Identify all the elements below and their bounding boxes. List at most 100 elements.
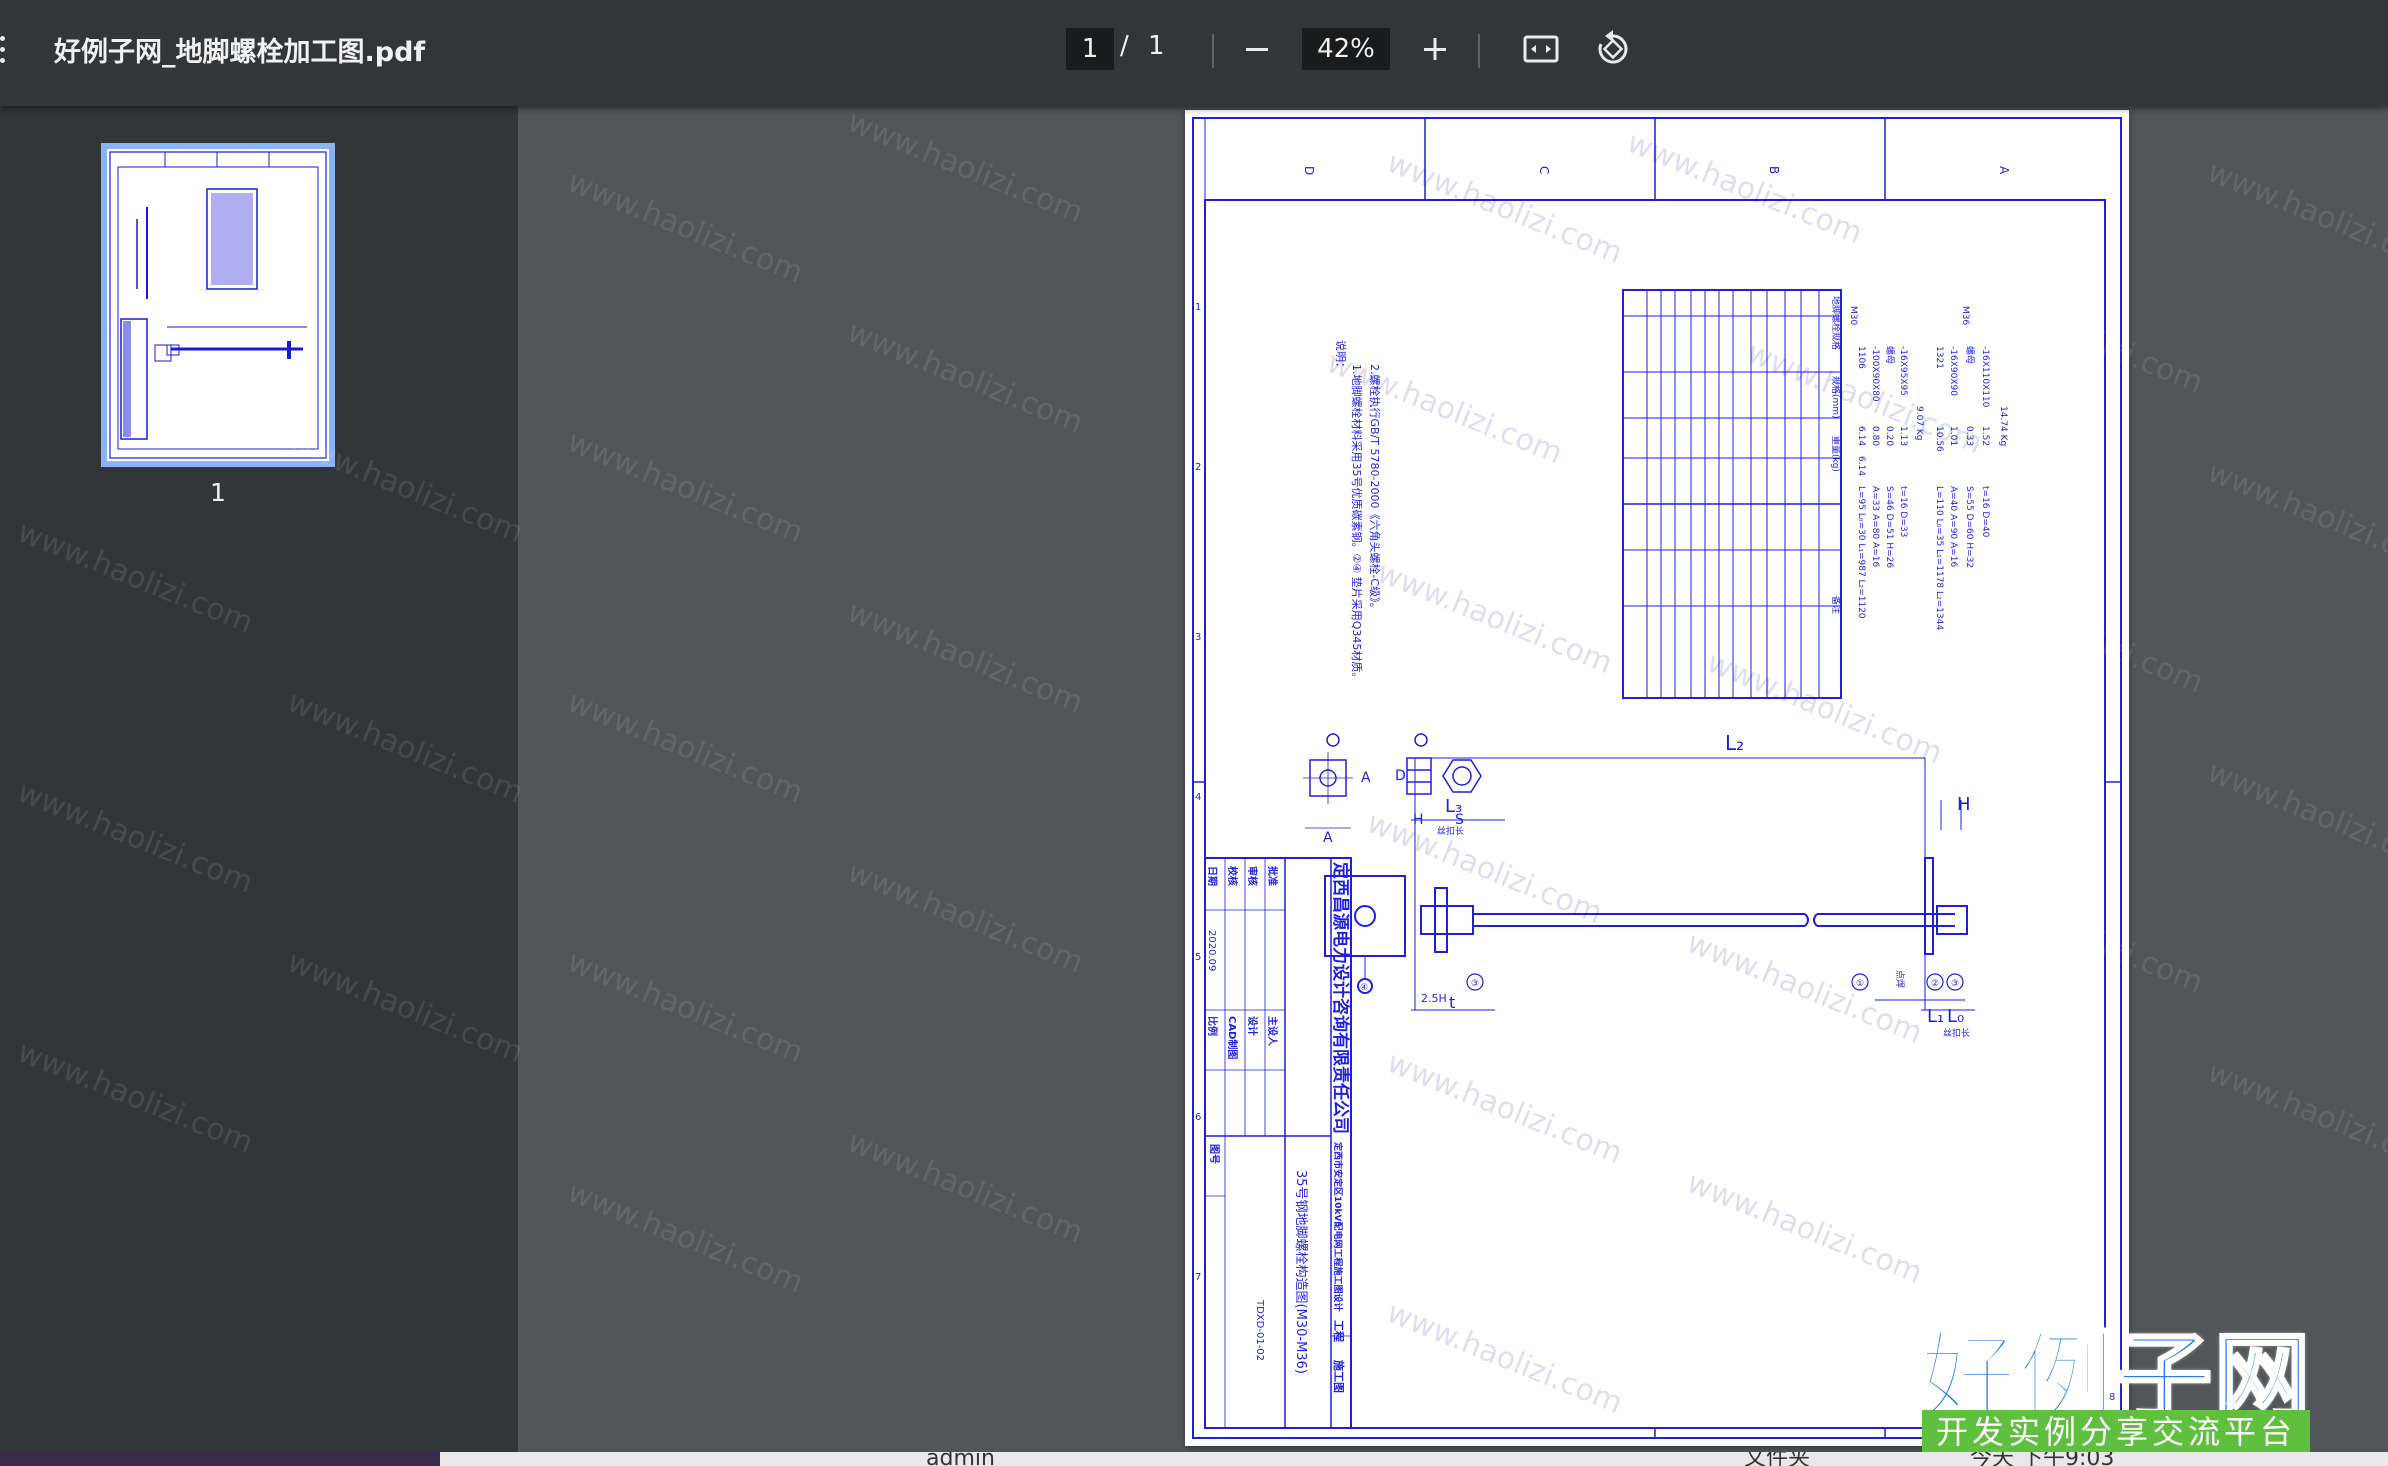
table-cell: 6.14 (1856, 456, 1866, 476)
table-cell: -16X110X110 (1980, 346, 1990, 408)
zone-letter: A (1997, 166, 2011, 175)
os-taskbar-dock (0, 1452, 440, 1466)
role-label: 批准 (1266, 866, 1279, 886)
company-name: 定西昌源电力设计咨询有限责任公司 (1330, 862, 1351, 1134)
table-cell: A=33 A=80 A=16 (1870, 486, 1880, 567)
role-label: 比例 (1206, 1016, 1219, 1036)
callout-3: ③ (1471, 979, 1479, 989)
taskbar-folder-name[interactable]: admin (926, 1452, 995, 1466)
dim-L1: L₁ (1927, 1006, 1944, 1027)
table-cell: S=46 D=51 H=26 (1884, 486, 1894, 568)
table-cell: 14.74 Kg (1998, 406, 2008, 446)
menu-icon[interactable] (0, 36, 8, 66)
zone-number: 2 (1195, 462, 1201, 473)
callout-2: ② (1931, 979, 1939, 989)
page-watermark: www.haolizi.com (1682, 1165, 1927, 1291)
dim-L3: L₃ (1445, 796, 1462, 817)
page-thumbnail[interactable] (101, 143, 335, 467)
taskbar-item-time: 今天 下午9:03 (1970, 1452, 2115, 1466)
page-watermark: www.haolizi.com (1382, 1295, 1627, 1421)
table-cell-spec: M30 (1848, 306, 1858, 325)
zone-number: 5 (1195, 952, 1201, 963)
thumbnail-page-label: 1 (210, 478, 226, 507)
zone-number: 4 (1195, 792, 1201, 803)
table-header: 备注 (1830, 596, 1842, 614)
table-cell-spec: M36 (1960, 306, 1970, 325)
dim-2.5H: 2.5H (1421, 992, 1447, 1005)
zone-letter: B (1767, 166, 1781, 174)
pdf-viewer[interactable]: D C B A 1 2 3 4 5 6 7 8 说明： 1.地脚螺栓材料采用35… (518, 106, 2388, 1466)
table-cell: 1106 (1856, 346, 1866, 369)
table-cell: 6.14 (1856, 426, 1866, 446)
table-cell: 1321 (1934, 346, 1944, 369)
nut-view (1406, 733, 1482, 795)
table-header: 重量(kg) (1830, 436, 1842, 472)
table-cell: t=16 D=40 (1980, 486, 1990, 538)
callout-1: ① (1856, 979, 1864, 989)
table-cell: t=16 D=33 (1898, 486, 1908, 537)
dim-L0: L₀ (1947, 1006, 1964, 1027)
drawing-number: TDXD-01-02 (1254, 1299, 1265, 1361)
zoom-in-button[interactable] (1412, 26, 1458, 72)
role-label: CAD制图 (1226, 1016, 1239, 1059)
zone-number: 6 (1195, 1112, 1201, 1123)
pdf-page: D C B A 1 2 3 4 5 6 7 8 说明： 1.地脚螺栓材料采用35… (1185, 110, 2129, 1446)
note-1: 1.地脚螺栓材料采用35号优质碳素钢。②④ 垫片采用Q345材质。 (1350, 364, 1364, 683)
page-separator: / (1120, 31, 1129, 61)
dim-label: D (1395, 768, 1406, 784)
table-cell: 0.20 (1884, 426, 1894, 446)
rotate-button[interactable] (1590, 26, 1636, 72)
project-name: 定西市安定区10kV配电网工程施工图设计 (1332, 1141, 1344, 1311)
page-number-input[interactable] (1066, 28, 1114, 70)
callout-3: ③ (1951, 979, 1959, 989)
page-watermark: www.haolizi.com (1372, 555, 1617, 681)
plus-icon (1424, 38, 1446, 60)
fit-to-page-button[interactable] (1518, 26, 1564, 72)
page-watermark: www.haolizi.com (1382, 1045, 1627, 1171)
dim-t: t (1449, 993, 1455, 1012)
dim-label: A (1361, 770, 1371, 786)
dim-H: H (1957, 794, 1971, 815)
dim-label: A (1323, 830, 1333, 846)
engineering-drawing: D C B A 1 2 3 4 5 6 7 8 说明： 1.地脚螺栓材料采用35… (1192, 117, 2122, 1439)
table-cell: 螺母 (1884, 346, 1895, 364)
site-logo-tagline: 开发实例分享交流平台 (1922, 1410, 2310, 1454)
table-header: 地脚螺栓规格 (1830, 296, 1842, 350)
thumbnail-drawing (109, 151, 327, 459)
drawing-name: 35号钢地脚螺栓构造图(M30-M36) (1293, 1170, 1309, 1374)
page-watermark: www.haolizi.com (1682, 925, 1927, 1051)
table-cell: 螺母 (1964, 346, 1975, 364)
document-title: 好例子网_地脚螺栓加工图.pdf (54, 37, 426, 68)
toolbar-divider (1478, 34, 1480, 68)
toolbar-divider (1212, 34, 1214, 68)
page-total: 1 (1148, 31, 1165, 61)
zoom-input[interactable] (1302, 28, 1390, 70)
table-cell: L=95 L₀=30 L₁=987 L₂=1120 (1856, 486, 1866, 619)
date-value: 2020.09 (1206, 930, 1217, 971)
table-cell: 0.80 (1870, 426, 1880, 446)
zone-letter: C (1537, 166, 1551, 174)
dim-L2: L₂ (1725, 731, 1744, 755)
callout-4: ④ (1360, 983, 1368, 993)
page-watermark: www.haolizi.com (1382, 145, 1627, 271)
dim-thread2: 丝扣长 (1943, 1027, 1970, 1039)
page-watermark: www.haolizi.com (1362, 805, 1607, 931)
zoom-out-button[interactable] (1234, 26, 1280, 72)
role-label: 主设人 (1266, 1016, 1279, 1047)
weld-label: 点焊 (1894, 970, 1906, 988)
title-block (1204, 857, 1352, 1429)
role-label: 审核 (1246, 866, 1259, 886)
table-cell: A=40 A=90 A=16 (1948, 486, 1958, 567)
role-label: 校核 (1226, 866, 1239, 886)
role-label: 设计 (1246, 1016, 1259, 1036)
label-no: 图号 (1208, 1144, 1220, 1164)
thumbnail-preview (107, 149, 329, 461)
material-table (1622, 289, 1842, 699)
rotate-icon (1598, 30, 1628, 64)
page-watermark: www.haolizi.com (1622, 125, 1867, 251)
zone-number: 3 (1195, 632, 1201, 643)
table-cell: L=110 L₀=35 L₁=1178 L₂=1344 (1934, 486, 1944, 630)
thumbnail-sidebar: 1 (0, 106, 518, 1466)
table-cell: -16X95X95 (1898, 346, 1908, 396)
washer-view (1303, 733, 1353, 829)
